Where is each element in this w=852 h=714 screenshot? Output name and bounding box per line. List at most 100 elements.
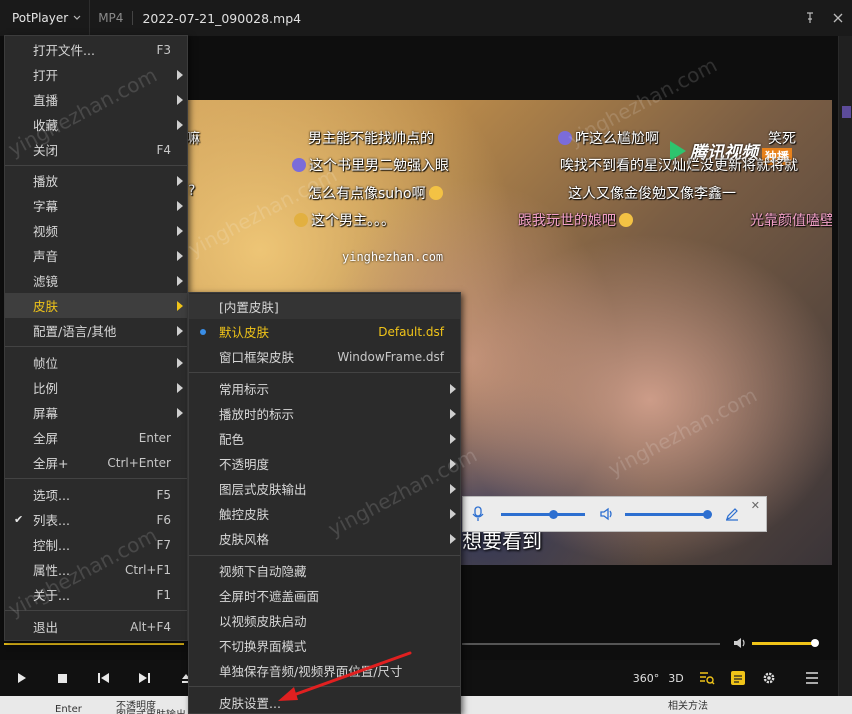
- playlist-search-button[interactable]: [697, 668, 717, 688]
- menu-item-config[interactable]: 配置/语言/其他: [5, 318, 187, 343]
- menu-item-ratio[interactable]: 比例: [5, 375, 187, 400]
- menu-item-common-logo[interactable]: 常用标示: [189, 376, 460, 401]
- menu-item-exit[interactable]: 退出 Alt+F4: [5, 614, 187, 639]
- menu-item-playing-logo[interactable]: 播放时的标示: [189, 401, 460, 426]
- danmaku-comment: 唉找不到看的星汉灿烂没更新将就将就: [560, 158, 798, 174]
- danmaku-comment: 跟我玩世的娘吧: [518, 210, 633, 230]
- background-text: 图层式皮肤输出: [116, 706, 186, 714]
- menu-item-color-scheme[interactable]: 配色: [189, 426, 460, 451]
- chevron-down-icon: [73, 15, 81, 20]
- play-button[interactable]: [12, 668, 32, 688]
- menu-item-builtin-skin[interactable]: [内置皮肤]: [189, 294, 460, 319]
- danmaku-comment: 男主能不能找帅点的: [308, 131, 434, 147]
- app-menu-button[interactable]: PotPlayer: [0, 0, 91, 36]
- menu-item-fullscreen-plus[interactable]: 全屏+ Ctrl+Enter: [5, 450, 187, 475]
- subtitle-icon: [731, 671, 745, 685]
- menu-item-playlist[interactable]: ✔ 列表... F6: [5, 507, 187, 532]
- next-button[interactable]: [134, 668, 154, 688]
- menu-item-about[interactable]: 关于... F1: [5, 582, 187, 607]
- file-name: 2022-07-21_090028.mp4: [142, 10, 302, 26]
- menu-item-opacity[interactable]: 不透明度: [189, 451, 460, 476]
- speaker-volume-slider[interactable]: [625, 509, 712, 519]
- submenu-arrow-icon: [450, 408, 456, 419]
- danmaku-comment: 这个男主。。。: [294, 210, 395, 230]
- side-panel-thumb: [842, 106, 851, 118]
- submenu-arrow-icon: [177, 250, 183, 261]
- slider-knob[interactable]: [549, 509, 558, 519]
- menu-item-filters[interactable]: 滤镜: [5, 268, 187, 293]
- microphone-icon[interactable]: [471, 506, 485, 522]
- menu-item-open-file[interactable]: 打开文件... F3: [5, 37, 187, 62]
- menu-item-window-frame-skin[interactable]: 窗口框架皮肤 WindowFrame.dsf: [189, 344, 460, 369]
- submenu-arrow-icon: [177, 275, 183, 286]
- submenu-arrow-icon: [177, 119, 183, 130]
- close-icon[interactable]: ✕: [751, 499, 760, 512]
- menu-item-options[interactable]: 选项... F5: [5, 482, 187, 507]
- danmaku-comment: 咋这么尴尬啊: [558, 128, 659, 148]
- pin-button[interactable]: [796, 0, 824, 36]
- hamburger-icon: [806, 672, 818, 684]
- menu-item-fullscreen[interactable]: 全屏 Enter: [5, 425, 187, 450]
- selected-radio-icon: [200, 328, 206, 335]
- menu-item-control[interactable]: 控制... F7: [5, 532, 187, 557]
- side-panel-edge[interactable]: [838, 36, 852, 696]
- menu-item-live[interactable]: 直播: [5, 87, 187, 112]
- menu-item-video[interactable]: 视频: [5, 218, 187, 243]
- menu-item-skin-style[interactable]: 皮肤风格: [189, 526, 460, 551]
- mic-level-slider[interactable]: [501, 509, 585, 519]
- menu-item-default-skin[interactable]: 默认皮肤 Default.dsf: [189, 319, 460, 344]
- menu-item-favorites[interactable]: 收藏: [5, 112, 187, 137]
- menu-separator: [5, 346, 187, 347]
- audio-popup: ✕: [462, 496, 767, 532]
- submenu-arrow-icon: [177, 225, 183, 236]
- menu-separator: [189, 372, 460, 373]
- menu-item-audio[interactable]: 声音: [5, 243, 187, 268]
- menu-item-open[interactable]: 打开: [5, 62, 187, 87]
- menu-item-subtitles[interactable]: 字幕: [5, 193, 187, 218]
- emoji-icon: [619, 213, 633, 227]
- menu-item-auto-hide[interactable]: 视频下自动隐藏: [189, 558, 460, 583]
- volume-icon[interactable]: [733, 636, 747, 650]
- slider-knob[interactable]: [703, 509, 712, 519]
- menu-item-touch-skin[interactable]: 触控皮肤: [189, 501, 460, 526]
- menu-item-close[interactable]: 关闭 F4: [5, 137, 187, 162]
- settings-button[interactable]: [759, 668, 779, 688]
- emoji-icon: [428, 186, 443, 200]
- menu-item-frame[interactable]: 帧位: [5, 350, 187, 375]
- stop-button[interactable]: [52, 668, 72, 688]
- previous-icon: [97, 673, 109, 683]
- gear-icon: [763, 672, 775, 684]
- volume-knob[interactable]: [810, 639, 819, 647]
- previous-button[interactable]: [93, 668, 113, 688]
- gold-badge-icon: [294, 213, 308, 227]
- menu-item-properties[interactable]: 属性... Ctrl+F1: [5, 557, 187, 582]
- danmaku-comment: 光靠颜值嗑壁: [750, 213, 832, 229]
- menu-item-start-video-skin[interactable]: 以视频皮肤启动: [189, 608, 460, 633]
- submenu-arrow-icon: [177, 175, 183, 186]
- submenu-arrow-icon: [450, 483, 456, 494]
- edit-icon[interactable]: [725, 507, 739, 521]
- submenu-arrow-icon: [177, 94, 183, 105]
- background-text: Enter: [55, 704, 82, 714]
- vr-360-button[interactable]: 360°: [633, 668, 660, 688]
- main-menu-button[interactable]: [802, 668, 822, 688]
- submenu-arrow-icon: [177, 407, 183, 418]
- speaker-icon[interactable]: [599, 507, 615, 521]
- menu-item-layered-skin[interactable]: 图层式皮肤输出: [189, 476, 460, 501]
- seek-progress: [4, 643, 185, 645]
- menu-item-screen[interactable]: 屏幕: [5, 400, 187, 425]
- close-window-button[interactable]: [824, 0, 852, 36]
- menu-item-no-cover-fullscreen[interactable]: 全屏时不遮盖画面: [189, 583, 460, 608]
- submenu-arrow-icon: [177, 325, 183, 336]
- danmaku-comment: 笑死: [768, 131, 796, 147]
- app-name: PotPlayer: [12, 11, 69, 25]
- volume-slider[interactable]: [752, 642, 815, 645]
- menu-separator: [5, 478, 187, 479]
- 3d-button[interactable]: 3D: [666, 668, 686, 688]
- playlist-search-icon: [700, 672, 715, 685]
- close-icon: [833, 13, 843, 23]
- background-text: 相关方法: [668, 701, 708, 712]
- subtitle-button[interactable]: [728, 668, 748, 688]
- menu-item-playback[interactable]: 播放: [5, 168, 187, 193]
- menu-item-skins[interactable]: 皮肤: [5, 293, 187, 318]
